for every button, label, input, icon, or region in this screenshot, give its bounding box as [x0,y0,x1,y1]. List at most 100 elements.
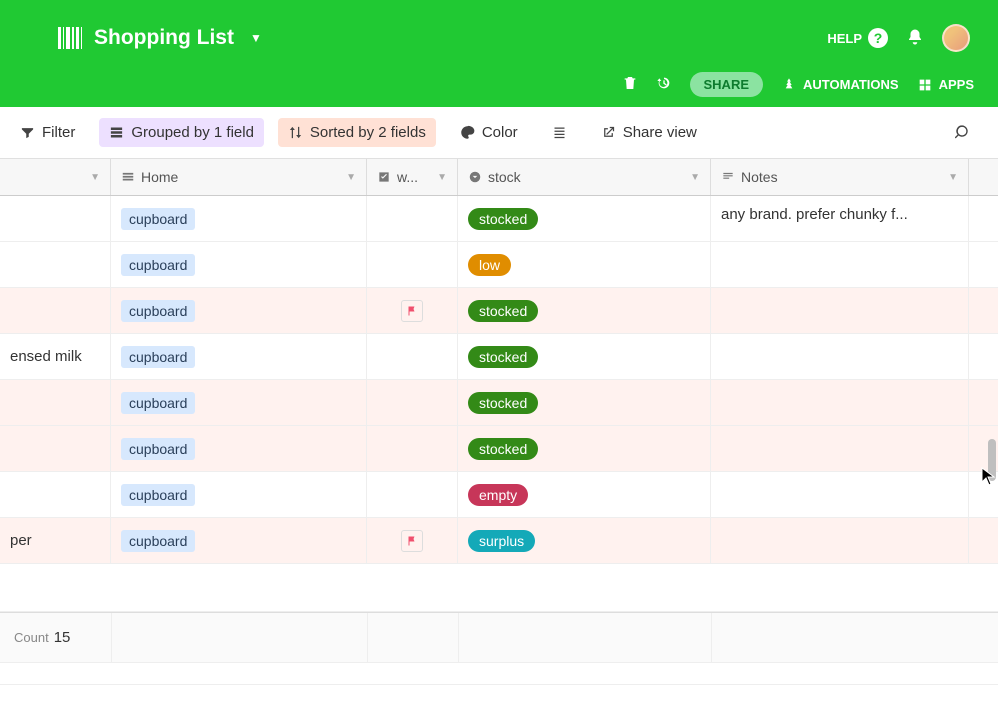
summary-cell-count[interactable]: Count 15 [0,613,111,662]
cell-notes[interactable] [711,518,969,563]
cell-location[interactable]: cupboard [111,242,367,287]
location-tag: cupboard [121,484,195,506]
cell-location[interactable]: cupboard [111,426,367,471]
share-button[interactable]: SHARE [690,72,764,97]
cell-stock[interactable]: stocked [458,426,711,471]
cell-item[interactable] [0,472,111,517]
table-row[interactable]: cupboard empty [0,472,998,518]
history-button[interactable] [656,75,672,94]
cell-location[interactable]: cupboard [111,518,367,563]
cell-item[interactable] [0,426,111,471]
cell-item[interactable] [0,196,111,241]
count-value: 15 [54,629,71,646]
group-icon [109,125,124,140]
filter-icon [20,125,35,140]
cell-stock[interactable]: surplus [458,518,711,563]
location-tag: cupboard [121,346,195,368]
cell-location[interactable]: cupboard [111,196,367,241]
scrollbar-thumb[interactable] [988,439,996,481]
table-row[interactable]: per cupboard surplus [0,518,998,564]
chevron-down-icon: ▼ [90,172,100,183]
table-row[interactable]: cupboard stocked [0,380,998,426]
column-header-w[interactable]: w...▼ [367,159,458,195]
sort-button[interactable]: Sorted by 2 fields [278,118,436,147]
cell-item[interactable]: per [0,518,111,563]
cell-location[interactable]: cupboard [111,472,367,517]
color-icon [460,125,475,140]
vertical-scrollbar[interactable] [984,266,998,685]
cell-stock[interactable]: low [458,242,711,287]
cell-notes[interactable] [711,334,969,379]
cell-notes[interactable]: any brand. prefer chunky f... [711,196,969,241]
filter-label: Filter [42,124,75,141]
help-label: HELP [827,31,862,46]
share-view-button[interactable]: Share view [591,118,707,147]
group-button[interactable]: Grouped by 1 field [99,118,264,147]
cell-notes[interactable] [711,242,969,287]
cell-item[interactable] [0,380,111,425]
apps-button[interactable]: APPS [917,77,974,93]
chevron-down-icon: ▼ [948,172,958,183]
table-row[interactable]: ensed milk cupboard stocked [0,334,998,380]
cell-flag[interactable] [367,426,458,471]
cell-flag[interactable] [367,242,458,287]
chevron-down-icon: ▼ [437,172,447,183]
location-tag: cupboard [121,392,195,414]
trash-button[interactable] [622,75,638,94]
cell-item[interactable]: ensed milk [0,334,111,379]
user-avatar[interactable] [942,24,970,52]
cell-location[interactable]: cupboard [111,380,367,425]
column-header-stock[interactable]: stock▼ [458,159,711,195]
table-row[interactable]: cupboard stocked [0,426,998,472]
cell-flag[interactable] [367,196,458,241]
cell-stock[interactable]: empty [458,472,711,517]
cell-flag[interactable] [367,334,458,379]
cell-flag[interactable] [367,518,458,563]
cell-notes[interactable] [711,426,969,471]
search-button[interactable] [945,118,982,147]
row-height-button[interactable] [542,119,577,146]
summary-cell[interactable] [458,613,711,662]
cell-item[interactable] [0,242,111,287]
base-title-button[interactable]: Shopping List ▼ [58,26,262,50]
notifications-button[interactable] [906,28,924,49]
cell-notes[interactable] [711,472,969,517]
cell-stock[interactable]: stocked [458,196,711,241]
table-row[interactable]: cupboard stocked any brand. prefer chunky … [0,196,998,242]
cell-flag[interactable] [367,472,458,517]
column-header-notes[interactable]: Notes ▼ [711,159,969,195]
table-row[interactable]: cupboard low [0,242,998,288]
summary-cell[interactable] [711,613,969,662]
column-header-home[interactable]: Home▼ [111,159,367,195]
location-tag: cupboard [121,530,195,552]
chevron-down-icon: ▼ [690,172,700,183]
table-row[interactable]: cupboard stocked [0,288,998,334]
cell-item[interactable] [0,288,111,333]
cell-notes[interactable] [711,288,969,333]
stock-pill: stocked [468,208,538,230]
filter-button[interactable]: Filter [10,118,85,147]
apps-icon [917,77,933,93]
flag-icon [401,300,423,322]
location-tag: cupboard [121,438,195,460]
column-header-item[interactable]: ▼ [0,159,111,195]
cell-flag[interactable] [367,288,458,333]
apps-label: APPS [939,77,974,92]
column-label: Notes [741,169,778,185]
cell-stock[interactable]: stocked [458,334,711,379]
help-button[interactable]: HELP ? [827,28,888,48]
cell-location[interactable]: cupboard [111,334,367,379]
automations-button[interactable]: AUTOMATIONS [781,77,899,93]
color-button[interactable]: Color [450,118,528,147]
summary-cell[interactable] [367,613,458,662]
cell-stock[interactable]: stocked [458,288,711,333]
cell-notes[interactable] [711,380,969,425]
cell-stock[interactable]: stocked [458,380,711,425]
checkbox-icon [377,170,391,184]
cell-location[interactable]: cupboard [111,288,367,333]
cell-flag[interactable] [367,380,458,425]
summary-cell[interactable] [111,613,367,662]
grid-header: ▼ Home▼ w...▼ stock▼ Notes ▼ [0,159,998,196]
stock-pill: low [468,254,511,276]
automations-label: AUTOMATIONS [803,77,899,92]
